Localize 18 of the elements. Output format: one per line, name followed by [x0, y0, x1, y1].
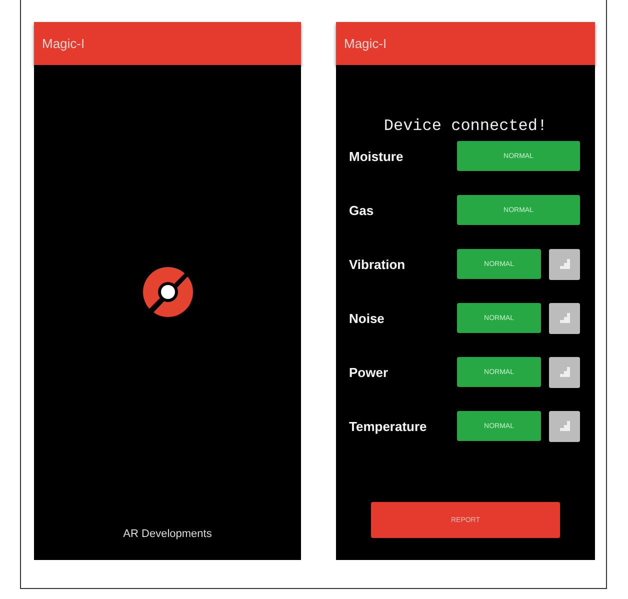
sensor-label: Temperature: [349, 418, 428, 434]
developer-credit: AR Developments: [123, 528, 212, 540]
bar-chart-icon: [558, 258, 570, 270]
sensor-label: Gas: [349, 202, 375, 218]
chart-button[interactable]: [549, 410, 580, 442]
chart-button[interactable]: [549, 356, 580, 388]
sensor-label: Vibration: [349, 256, 406, 272]
chart-button[interactable]: [549, 248, 580, 280]
bar-chart-icon: [558, 366, 570, 378]
connection-status: Device connected!: [384, 117, 548, 135]
sensor-label: Moisture: [349, 148, 404, 164]
app-title: Magic-I: [344, 36, 387, 51]
bar-chart-icon: [558, 420, 570, 432]
sensor-label: Power: [349, 364, 390, 380]
chart-button[interactable]: [549, 302, 580, 334]
sensor-label: Noise: [349, 310, 386, 326]
bar-chart-icon: [558, 312, 570, 324]
app-title: Magic-I: [42, 36, 85, 51]
